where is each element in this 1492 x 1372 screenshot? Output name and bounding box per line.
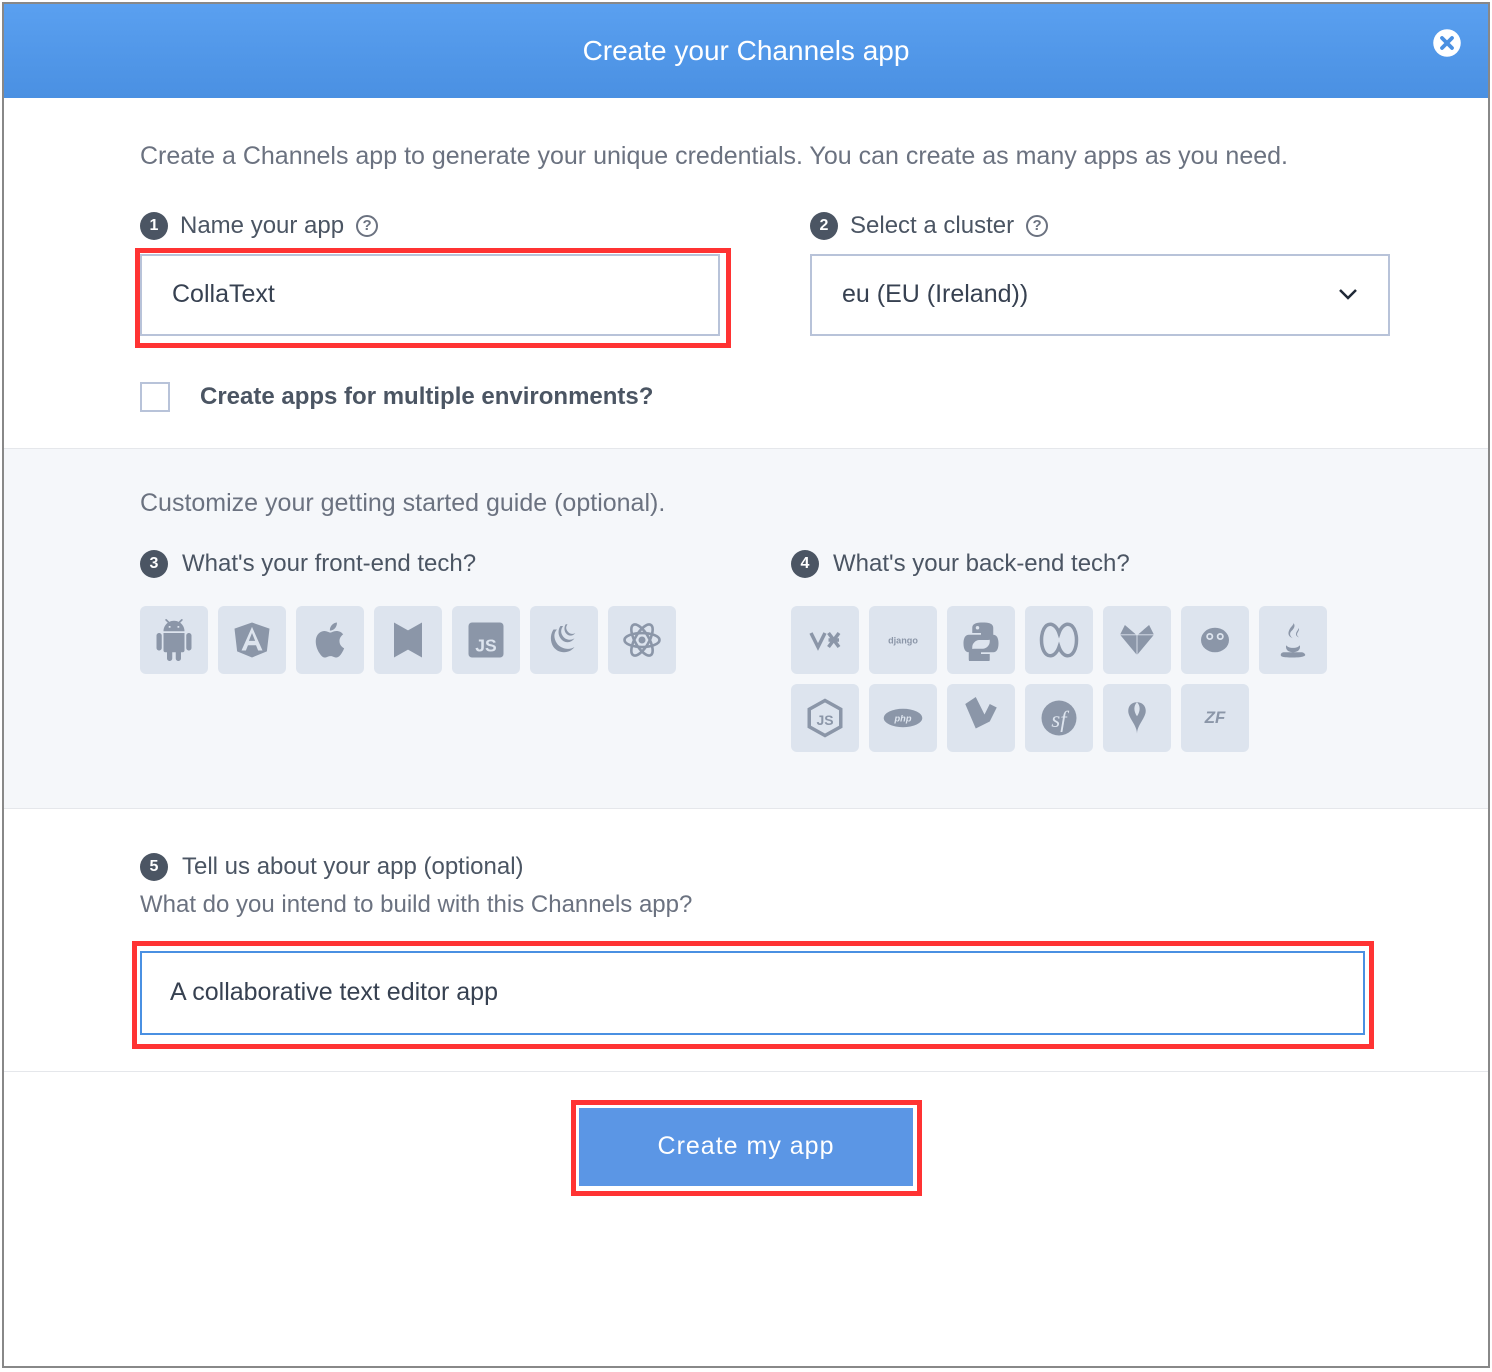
create-app-button[interactable]: Create my app bbox=[579, 1108, 913, 1186]
java-icon bbox=[1272, 619, 1314, 661]
help-icon[interactable]: ? bbox=[356, 215, 378, 237]
about-label: Tell us about your app (optional) bbox=[182, 853, 524, 881]
name-section: Create a Channels app to generate your u… bbox=[4, 98, 1488, 448]
backend-grid: django JS php sf ZF bbox=[791, 606, 1352, 752]
tech-android[interactable] bbox=[140, 606, 208, 674]
frontend-grid: JS bbox=[140, 606, 701, 674]
yii-icon bbox=[1116, 697, 1158, 739]
symfony-icon: sf bbox=[1038, 697, 1080, 739]
step-badge-2: 2 bbox=[810, 212, 838, 240]
modal-footer: Create my app bbox=[4, 1071, 1488, 1222]
about-sublabel: What do you intend to build with this Ch… bbox=[140, 891, 1352, 919]
svg-text:php: php bbox=[894, 713, 912, 723]
frontend-label: What's your front-end tech? bbox=[182, 550, 476, 578]
tech-backbone[interactable] bbox=[374, 606, 442, 674]
clojure-icon bbox=[1038, 619, 1080, 661]
js-icon: JS bbox=[465, 619, 507, 661]
tech-symfony[interactable]: sf bbox=[1025, 684, 1093, 752]
tech-java[interactable] bbox=[1259, 606, 1327, 674]
backend-label: What's your back-end tech? bbox=[833, 550, 1130, 578]
tech-apple[interactable] bbox=[296, 606, 364, 674]
tech-angular[interactable] bbox=[218, 606, 286, 674]
laravel-icon bbox=[960, 697, 1002, 739]
chevron-down-icon bbox=[1338, 283, 1358, 306]
tech-section: Customize your getting started guide (op… bbox=[4, 448, 1488, 809]
step-badge-1: 1 bbox=[140, 212, 168, 240]
tech-nodejs[interactable]: JS bbox=[791, 684, 859, 752]
svg-text:sf: sf bbox=[1051, 706, 1069, 731]
backbone-icon bbox=[387, 619, 429, 661]
dotnet-icon bbox=[804, 619, 846, 661]
cluster-label: Select a cluster bbox=[850, 212, 1014, 240]
close-button[interactable] bbox=[1432, 28, 1462, 58]
tech-react[interactable] bbox=[608, 606, 676, 674]
zend-icon: ZF bbox=[1194, 697, 1236, 739]
multi-env-checkbox[interactable] bbox=[140, 382, 170, 412]
jquery-icon bbox=[543, 619, 585, 661]
svg-text:JS: JS bbox=[816, 712, 833, 728]
php-icon: php bbox=[882, 697, 924, 739]
nodejs-icon: JS bbox=[804, 697, 846, 739]
name-label: Name your app bbox=[180, 212, 344, 240]
tech-zend[interactable]: ZF bbox=[1181, 684, 1249, 752]
multi-env-label: Create apps for multiple environments? bbox=[200, 383, 653, 411]
svg-text:JS: JS bbox=[475, 635, 496, 655]
app-name-input[interactable] bbox=[140, 254, 720, 336]
modal-header: Create your Channels app bbox=[4, 4, 1488, 98]
ruby-icon bbox=[1116, 619, 1158, 661]
tech-python[interactable] bbox=[947, 606, 1015, 674]
tech-jquery[interactable] bbox=[530, 606, 598, 674]
svg-text:django: django bbox=[888, 635, 918, 645]
tech-ruby[interactable] bbox=[1103, 606, 1171, 674]
close-icon bbox=[1432, 28, 1462, 58]
apple-icon bbox=[309, 619, 351, 661]
angular-icon bbox=[231, 619, 273, 661]
tech-clojure[interactable] bbox=[1025, 606, 1093, 674]
android-icon bbox=[153, 619, 195, 661]
go-icon bbox=[1194, 619, 1236, 661]
tech-yii[interactable] bbox=[1103, 684, 1171, 752]
tech-go[interactable] bbox=[1181, 606, 1249, 674]
step-badge-5: 5 bbox=[140, 853, 168, 881]
create-app-modal: Create your Channels app Create a Channe… bbox=[2, 2, 1490, 1368]
modal-title: Create your Channels app bbox=[583, 35, 910, 67]
tech-laravel[interactable] bbox=[947, 684, 1015, 752]
svg-text:ZF: ZF bbox=[1204, 708, 1226, 727]
tech-js[interactable]: JS bbox=[452, 606, 520, 674]
django-icon: django bbox=[882, 619, 924, 661]
about-section: 5 Tell us about your app (optional) What… bbox=[4, 809, 1488, 1071]
python-icon bbox=[960, 619, 1002, 661]
cluster-select[interactable]: eu (EU (Ireland)) bbox=[810, 254, 1390, 336]
react-icon bbox=[621, 619, 663, 661]
tech-intro: Customize your getting started guide (op… bbox=[140, 489, 1352, 518]
about-input[interactable] bbox=[140, 951, 1365, 1035]
tech-dotnet[interactable] bbox=[791, 606, 859, 674]
tech-django[interactable]: django bbox=[869, 606, 937, 674]
step-badge-4: 4 bbox=[791, 550, 819, 578]
help-icon[interactable]: ? bbox=[1026, 215, 1048, 237]
tech-php[interactable]: php bbox=[869, 684, 937, 752]
intro-text: Create a Channels app to generate your u… bbox=[140, 138, 1352, 176]
cluster-value: eu (EU (Ireland)) bbox=[842, 280, 1028, 309]
step-badge-3: 3 bbox=[140, 550, 168, 578]
